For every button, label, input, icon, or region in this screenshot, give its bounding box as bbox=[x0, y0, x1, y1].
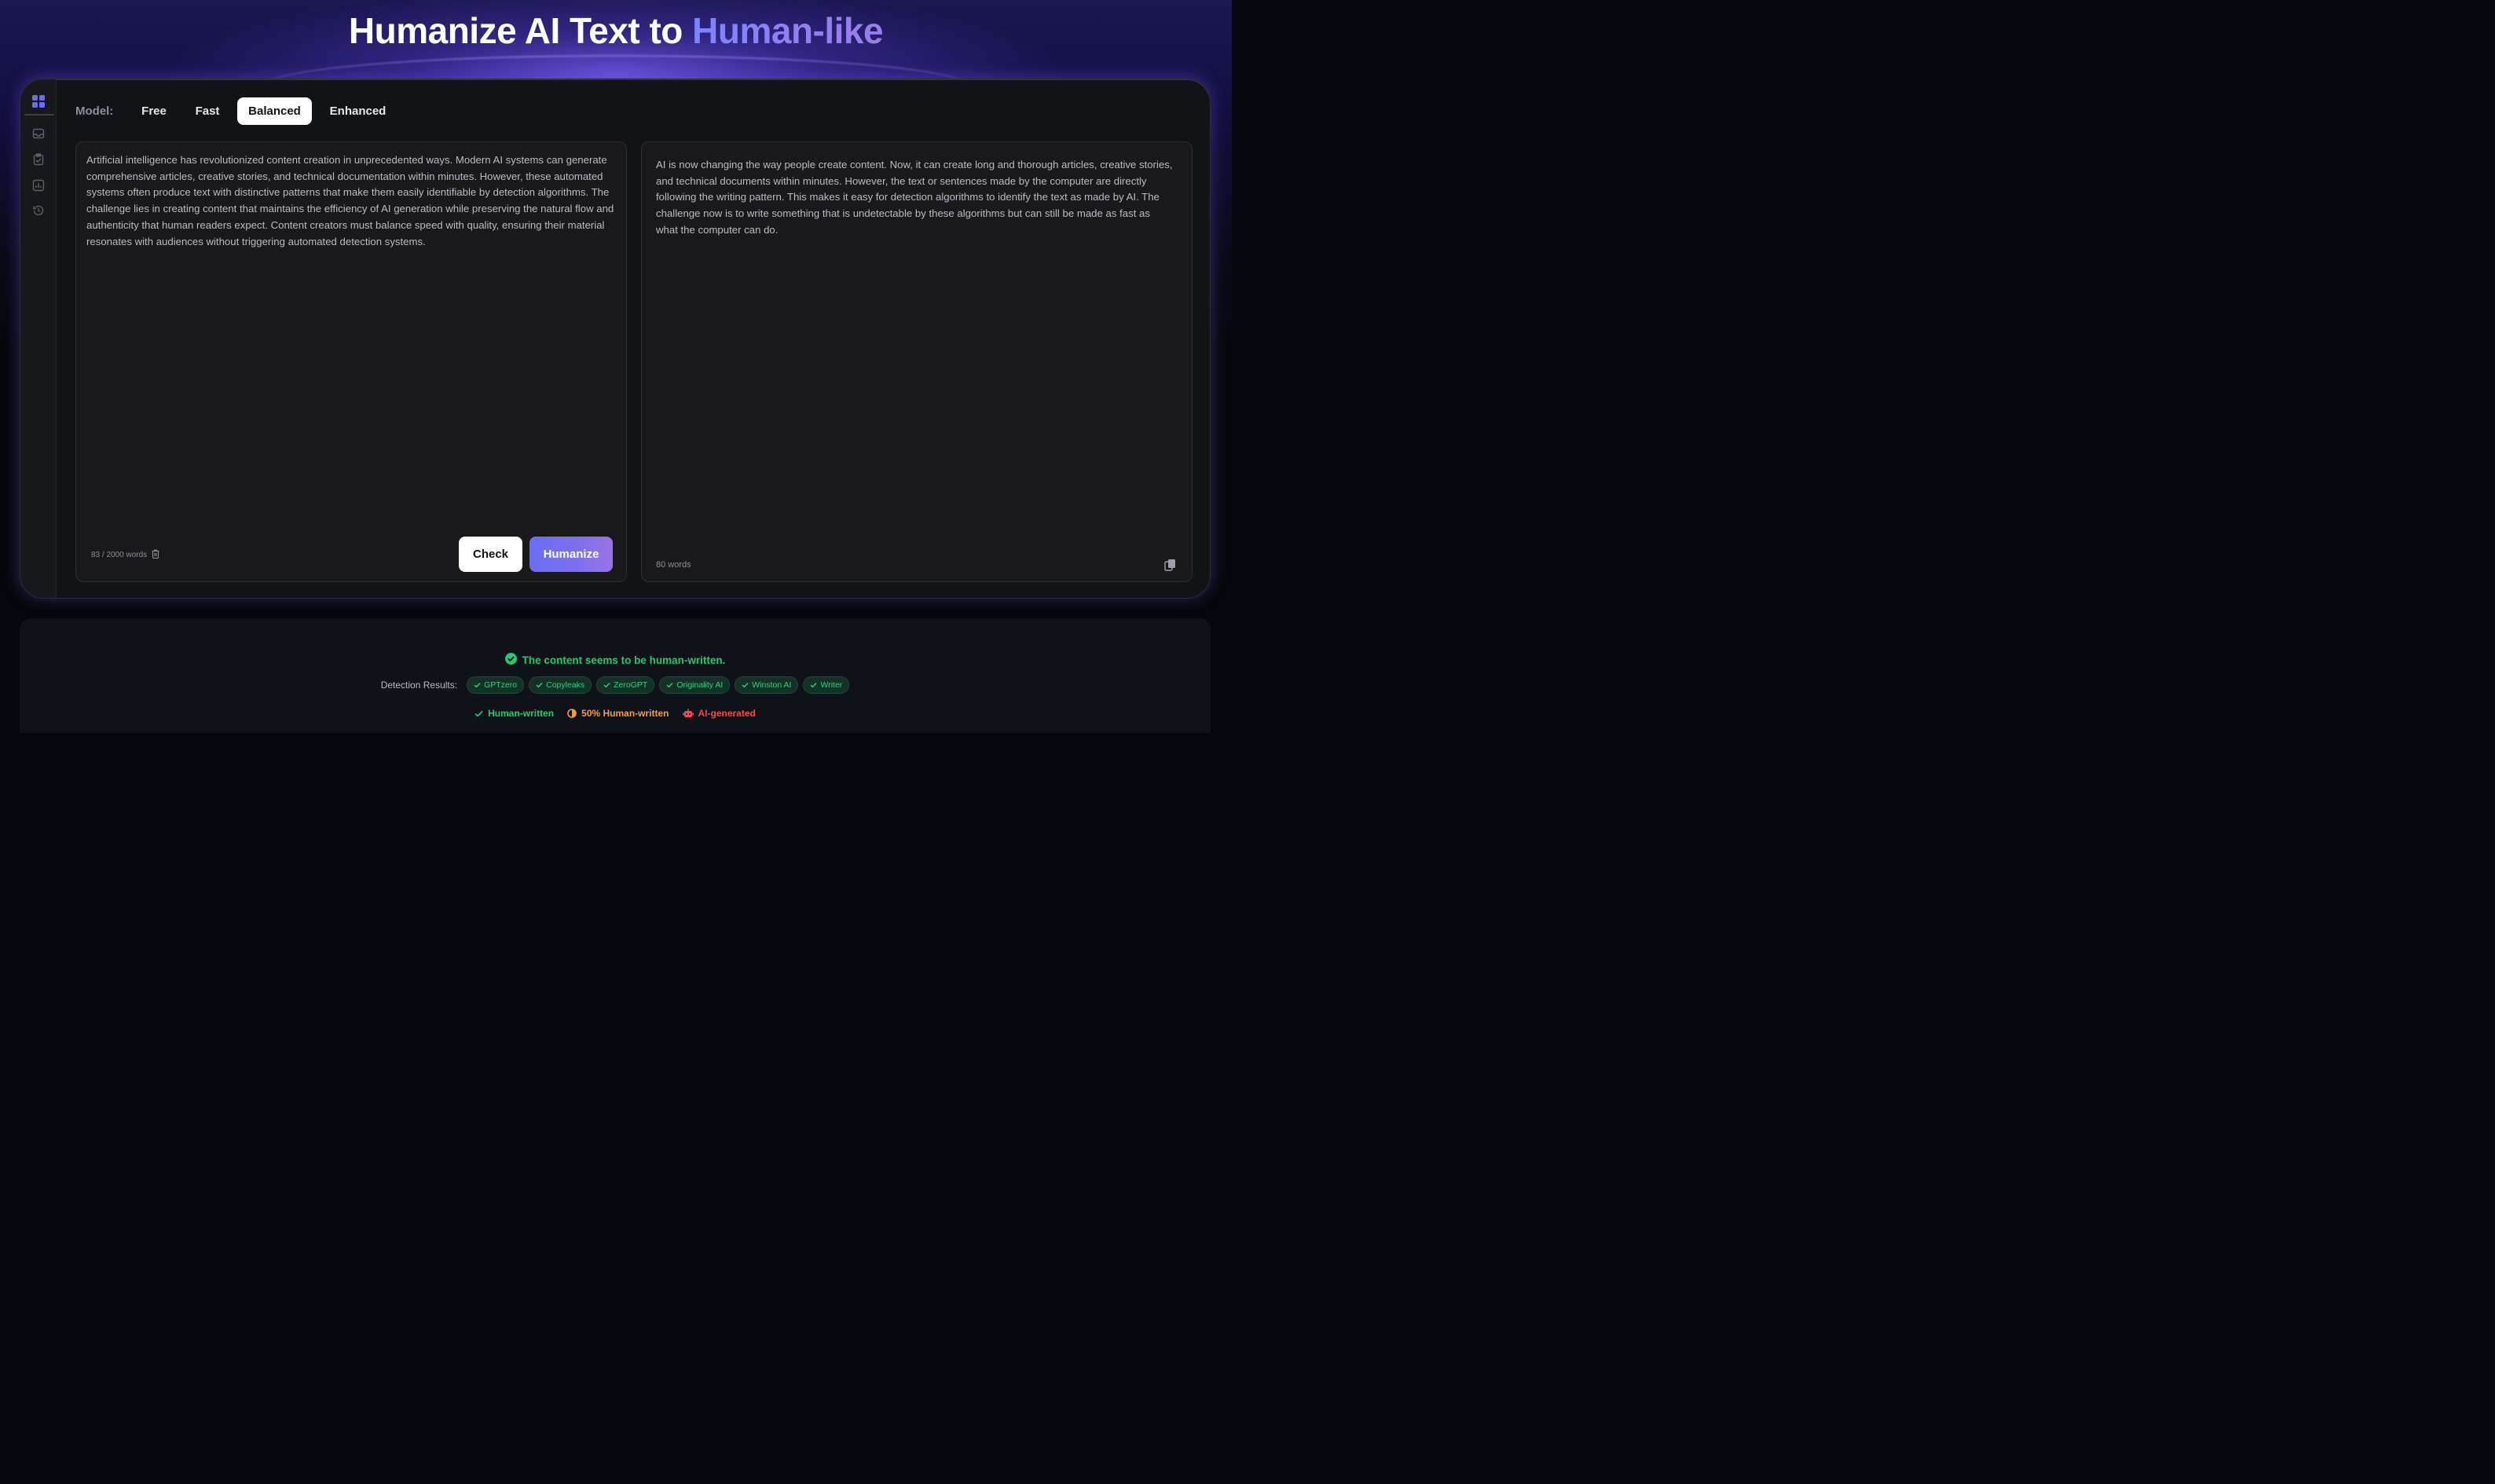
chart-icon[interactable] bbox=[30, 177, 47, 194]
detector-name: Winston AI bbox=[752, 680, 792, 690]
detector-chip: Originality AI bbox=[659, 676, 731, 694]
title-accent: Human-like bbox=[692, 10, 884, 51]
tab-balanced[interactable]: Balanced bbox=[237, 97, 312, 125]
input-word-count-label: 83 / 2000 words bbox=[91, 551, 148, 559]
results-panel: The content seems to be human-written. D… bbox=[20, 618, 1211, 733]
detector-name: Copyleaks bbox=[546, 680, 585, 690]
legend-half-label: 50% Human-written bbox=[581, 708, 669, 719]
detector-chip: GPTzero bbox=[467, 676, 525, 694]
input-textarea[interactable]: Artificial intelligence has revolutioniz… bbox=[75, 141, 627, 582]
tab-enhanced[interactable]: Enhanced bbox=[319, 97, 397, 125]
check-button[interactable]: Check bbox=[459, 537, 522, 572]
page: Humanize AI Text to Human-like Model: Fr… bbox=[0, 0, 1232, 733]
result-status: The content seems to be human-written. bbox=[20, 653, 1211, 667]
check-icon bbox=[666, 683, 673, 688]
detector-name: ZeroGPT bbox=[614, 680, 648, 690]
detection-label: Detection Results: bbox=[380, 680, 458, 691]
clipboard-icon[interactable] bbox=[30, 151, 47, 168]
check-icon bbox=[742, 683, 749, 688]
check-icon bbox=[474, 683, 481, 688]
robot-icon bbox=[682, 709, 694, 717]
copy-icon[interactable] bbox=[1163, 558, 1178, 572]
inbox-icon[interactable] bbox=[30, 125, 47, 142]
input-word-count: 83 / 2000 words bbox=[91, 549, 159, 561]
detector-name: GPTzero bbox=[484, 680, 518, 690]
model-label: Model: bbox=[75, 104, 114, 118]
humanize-button[interactable]: Humanize bbox=[529, 537, 613, 572]
legend-human-label: Human-written bbox=[488, 708, 555, 719]
history-icon[interactable] bbox=[30, 202, 47, 219]
trash-icon[interactable] bbox=[152, 549, 159, 561]
detector-chip: Winston AI bbox=[735, 676, 799, 694]
half-circle-icon bbox=[567, 709, 577, 718]
detector-chip: Copyleaks bbox=[529, 676, 592, 694]
sidebar-active-indicator bbox=[24, 114, 54, 115]
check-icon bbox=[603, 683, 610, 688]
check-icon bbox=[810, 683, 817, 688]
output-word-count: 80 words bbox=[656, 560, 691, 570]
page-title: Humanize AI Text to Human-like bbox=[0, 9, 1232, 52]
result-status-text: The content seems to be human-written. bbox=[522, 654, 726, 666]
tab-fast[interactable]: Fast bbox=[185, 97, 230, 125]
detection-results: Detection Results: GPTzero Copyleaks Zer… bbox=[20, 676, 1211, 694]
check-circle-icon bbox=[504, 653, 517, 667]
check-icon bbox=[536, 683, 543, 688]
sidebar bbox=[20, 79, 57, 598]
grid-icon[interactable] bbox=[30, 93, 47, 110]
humanizer-panel: Model: Free Fast Balanced Enhanced Artif… bbox=[20, 79, 1211, 599]
detector-chip: ZeroGPT bbox=[596, 676, 655, 694]
output-word-count-label: 80 words bbox=[656, 560, 691, 570]
output-text: AI is now changing the way people create… bbox=[656, 159, 1173, 236]
legend-human: Human-written bbox=[474, 708, 554, 719]
title-prefix: Humanize AI Text to bbox=[348, 10, 683, 51]
check-icon bbox=[474, 710, 483, 717]
output-panel: AI is now changing the way people create… bbox=[641, 141, 1193, 582]
tab-free[interactable]: Free bbox=[131, 97, 177, 125]
detector-name: Writer bbox=[820, 680, 843, 690]
legend-ai: AI-generated bbox=[682, 708, 756, 719]
legend-ai-label: AI-generated bbox=[698, 708, 756, 719]
detector-name: Originality AI bbox=[676, 680, 724, 690]
input-text[interactable]: Artificial intelligence has revolutioniz… bbox=[86, 152, 621, 250]
legend-half: 50% Human-written bbox=[567, 708, 669, 719]
detector-chip: Writer bbox=[803, 676, 850, 694]
detection-legend: Human-written 50% Human-written AI-gener… bbox=[20, 708, 1211, 719]
